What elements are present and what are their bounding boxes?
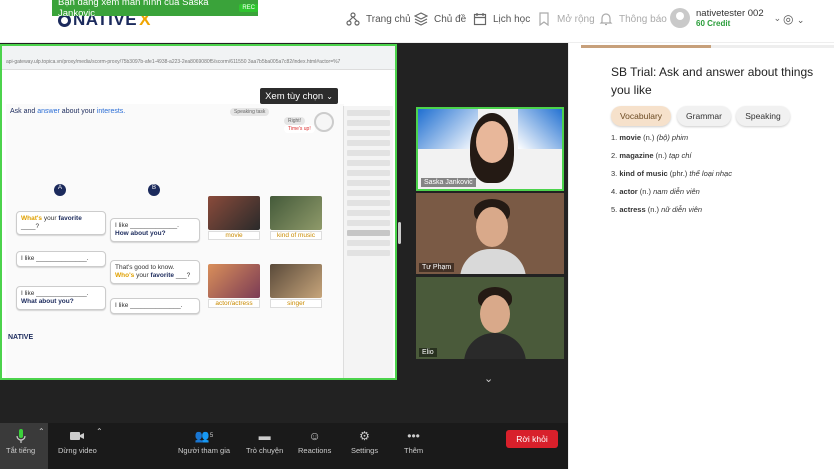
participant-tile[interactable]: Elio: [416, 277, 564, 359]
language-selector[interactable]: ◎ ⌄: [783, 12, 804, 26]
nav-notifications-label: Thông báo: [619, 13, 667, 25]
screen-share-banner: Bạn đang xem màn hình của Saska Jankovic…: [52, 0, 258, 19]
card-singer[interactable]: singer: [270, 299, 322, 308]
tab-grammar[interactable]: Grammar: [677, 106, 731, 126]
music-image: [270, 196, 322, 230]
more-dots-icon: •••: [407, 429, 420, 443]
vocab-item: 5. actress (n.) nữ diễn viên: [611, 205, 703, 214]
view-options-button[interactable]: Xem tùy chọn ⌄: [260, 88, 338, 104]
username: nativetester 002: [696, 8, 764, 19]
meeting-toolbar: Tắt tiếng ⌃ Dừng video ⌃ 👥 5 Người tham g…: [0, 423, 568, 469]
lesson-progress-bar: [581, 45, 834, 48]
browser-bar: api-gateway.ulp.topica.vn/proxy/media/sc…: [2, 46, 395, 70]
bell-icon: [599, 13, 613, 26]
vocab-item: 2. magazine (n.) tạp chí: [611, 151, 692, 160]
singer-image: [270, 264, 322, 298]
times-up-tag: Time's up!: [284, 125, 315, 133]
chevron-down-icon[interactable]: ⌄: [484, 372, 493, 385]
mute-button[interactable]: Tắt tiếng ⌃: [0, 423, 48, 469]
bookmark-icon: [539, 12, 549, 26]
browser-url: api-gateway.ulp.topica.vn/proxy/media/sc…: [6, 59, 341, 65]
card-actor-actress[interactable]: actor/actress: [208, 299, 260, 308]
chevron-up-icon[interactable]: ⌃: [38, 427, 45, 436]
participants-button[interactable]: 👥 5 Người tham gia: [178, 429, 230, 455]
chevron-down-icon: ⌄: [796, 15, 805, 25]
lesson-slide: [6, 104, 344, 378]
splitter-handle[interactable]: [398, 222, 401, 244]
speaking-task-tag: Speaking task: [230, 108, 270, 116]
nav-topics-label: Chủ đề: [434, 13, 467, 25]
slide-logo: NATIVE: [8, 334, 34, 341]
nav-schedule[interactable]: Lịch học: [473, 12, 530, 26]
nav-home-label: Trang chủ: [366, 13, 411, 25]
face: [480, 295, 510, 333]
calendar-icon: [473, 13, 487, 26]
bubble-favorite-question: What's your favorite ____?: [16, 211, 106, 235]
avatar: [670, 8, 690, 28]
settings-button[interactable]: ⚙ Settings: [351, 429, 378, 455]
layers-icon: [414, 12, 428, 26]
nav-topics[interactable]: Chủ đề: [414, 12, 466, 26]
vocab-item: 1. movie (n.) (bộ) phim: [611, 133, 689, 142]
home-network-icon: [346, 12, 360, 26]
chevron-up-icon[interactable]: ⌃: [96, 427, 103, 436]
actor-image: [208, 264, 260, 298]
microphone-icon: [15, 429, 26, 443]
user-menu[interactable]: nativetester 002 60 Credit ⌄: [670, 8, 781, 28]
smiley-icon: ☺: [308, 429, 321, 443]
card-movie[interactable]: movie: [208, 231, 260, 240]
rec-badge: REC: [239, 4, 258, 12]
lesson-instruction: Ask and answer about your interests.: [10, 108, 126, 115]
chat-button[interactable]: ▬ Trò chuyện: [246, 429, 283, 455]
nav-schedule-label: Lịch học: [493, 13, 531, 25]
nav-home[interactable]: Trang chủ: [346, 12, 411, 26]
participant-name: Saska Jankovic: [421, 178, 476, 187]
reactions-button[interactable]: ☺ Reactions: [298, 429, 331, 455]
nav-notifications[interactable]: Thông báo: [599, 12, 667, 26]
people-icon: 👥 5: [194, 429, 214, 443]
nav-expand[interactable]: Mở rộng: [537, 12, 595, 26]
bubble-answer-1: I like _____________. How about you?: [110, 218, 200, 242]
tab-speaking[interactable]: Speaking: [736, 106, 790, 126]
timer-icon: [314, 112, 334, 132]
credit-balance: 60 Credit: [696, 19, 731, 28]
participant-name: Elio: [419, 348, 437, 357]
nav-expand-label: Mở rộng: [557, 13, 595, 25]
bubble-answer-4: I like ______________.: [110, 298, 200, 314]
video-camera-icon: [70, 432, 85, 440]
bubble-answer-3: I like ______________. What about you?: [16, 286, 106, 310]
bubble-who-question: That's good to know. Who's your favorite…: [110, 260, 200, 284]
slide-list: [343, 106, 393, 378]
stop-video-button[interactable]: Dừng video: [58, 429, 97, 455]
lesson-title: SB Trial: Ask and answer about things yo…: [611, 65, 814, 97]
gear-icon: ⚙: [359, 429, 370, 443]
speaker-a-label: A: [58, 185, 63, 191]
participant-name: Tư Phạm: [419, 263, 455, 272]
face: [476, 207, 508, 247]
leave-button[interactable]: Rời khỏi: [506, 430, 558, 448]
globe-icon: ◎: [783, 12, 794, 26]
chevron-down-icon: ⌄: [773, 12, 782, 23]
more-button[interactable]: ••• Thêm: [404, 429, 423, 455]
participant-tile[interactable]: Saska Jankovic: [416, 107, 564, 191]
right-tag: Right!: [284, 117, 306, 125]
face: [476, 121, 508, 163]
bubble-answer-2: I like ______________.: [16, 251, 106, 267]
movie-image: [208, 196, 260, 230]
vocab-item: 4. actor (n.) nam diễn viên: [611, 187, 700, 196]
chevron-down-icon: ⌄: [326, 91, 333, 101]
participant-tile[interactable]: Tư Phạm: [416, 193, 564, 274]
lesson-panel: SB Trial: Ask and answer about things yo…: [568, 43, 834, 469]
chat-bubble-icon: ▬: [258, 429, 271, 443]
speaker-b-label: B: [152, 185, 157, 191]
vocab-item: 3. kind of music (phr.) thể loại nhạc: [611, 169, 732, 178]
tab-vocabulary[interactable]: Vocabulary: [611, 106, 671, 126]
card-kind-of-music[interactable]: kind of music: [270, 231, 322, 240]
